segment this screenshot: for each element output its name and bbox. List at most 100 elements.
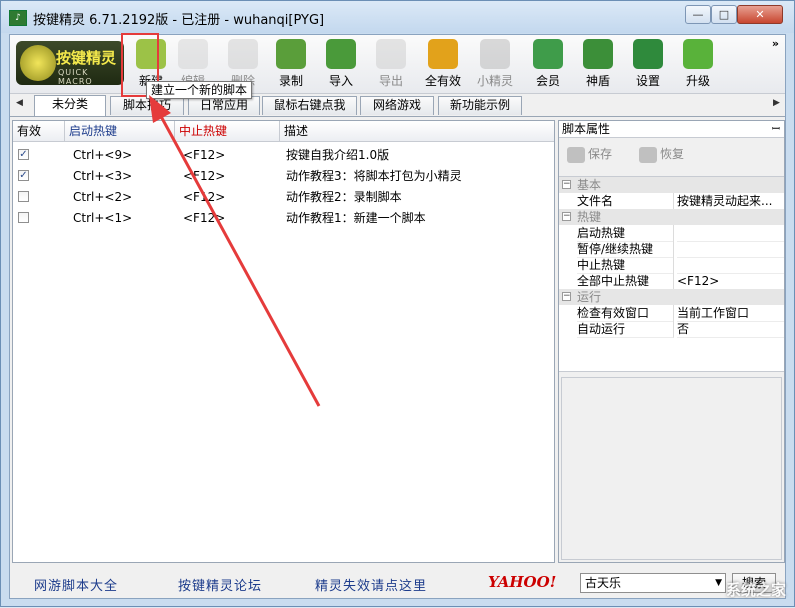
property-row[interactable]: 中止热键 [559,257,784,274]
tab-5[interactable]: 新功能示例 [438,96,522,115]
logo: 按键精灵 QUICK MACRO [16,41,124,86]
toolbar-button-8[interactable]: 会员 [525,37,571,91]
restore-icon [639,146,657,163]
save-label: 保存 [588,147,613,161]
tab-scroll-left-icon[interactable]: ◀ [16,98,23,108]
toolbar-button-7[interactable]: 小精灵 [472,37,518,91]
property-value[interactable]: <F12> [677,273,784,290]
tab-0[interactable]: 未分类 [34,95,106,116]
toolbar-button-6[interactable]: 全有效 [420,37,466,91]
toolbar-button-4[interactable]: 导入 [318,37,364,91]
toolbar-button-10[interactable]: 设置 [625,37,671,91]
property-row[interactable]: 自动运行否 [559,321,784,338]
property-key: 暂停/继续热键 [577,241,674,258]
property-value[interactable] [677,225,784,242]
title-bar: ♪ 按键精灵 6.71.2192版 - 已注册 - wuhanqi[PYG] —… [1,1,794,33]
col-header-enabled[interactable]: 有效 [13,121,65,141]
property-value[interactable]: 当前工作窗口 [677,305,784,322]
enabled-checkbox[interactable] [18,191,29,202]
property-row[interactable]: 启动热键 [559,225,784,242]
sprite-icon [480,39,510,69]
close-button[interactable]: ✕ [737,5,783,24]
table-row[interactable]: ✓ Ctrl+<3> <F12> 动作教程3：将脚本打包为小精灵 [13,166,554,187]
cell-start: Ctrl+<3> [73,169,133,183]
toolbar-button-label: 全有效 [424,74,461,88]
toolbar-button-label: 导出 [378,74,403,88]
property-category-label: 基本 [577,178,602,192]
search-value: 古天乐 [585,576,622,590]
property-category[interactable]: − 运行 [559,289,784,305]
link-forum[interactable]: 按键精灵论坛 [178,575,262,594]
property-row[interactable]: 暂停/继续热键 [559,241,784,258]
toolbar-button-9[interactable]: 神盾 [575,37,621,91]
maximize-button[interactable]: □ [711,5,737,24]
properties-title: 脚本属性 ꟷ [559,121,784,138]
toolbar-button-11[interactable]: 升级 [675,37,721,91]
toolbar-button-label: 神盾 [585,74,610,88]
property-key: 文件名 [577,193,674,210]
tab-3[interactable]: 鼠标右键点我 [262,96,357,115]
link-invalid-help[interactable]: 精灵失效请点这里 [315,575,427,594]
enabled-checkbox[interactable]: ✓ [18,170,29,181]
tab-scroll-right-icon[interactable]: ▶ [773,98,780,108]
upgrade-icon [683,39,713,69]
properties-actions: 保存 恢复 [559,139,784,169]
script-list[interactable]: 有效 启动热键 中止热键 描述 ✓ Ctrl+<9> <F12> 按键自我介绍1.0版… [12,120,555,563]
collapse-icon[interactable]: − [562,180,571,189]
restore-button[interactable]: 恢复 [639,145,684,163]
property-value[interactable] [677,257,784,274]
property-category[interactable]: − 基本 [559,177,784,193]
col-header-description[interactable]: 描述 [280,121,554,141]
cell-desc: 动作教程3：将脚本打包为小精灵 [286,169,462,183]
property-value[interactable]: 按键精灵动起来... [677,193,784,210]
tab-4[interactable]: 网络游戏 [360,96,434,115]
minimize-button[interactable]: — [685,5,711,24]
collapse-icon[interactable]: − [562,292,571,301]
chevron-down-icon[interactable]: ▼ [715,574,722,592]
properties-title-text: 脚本属性 [562,122,611,136]
property-value[interactable]: 否 [677,321,784,338]
save-button[interactable]: 保存 [567,145,612,163]
toolbar-button-label: 升级 [685,74,710,88]
logo-emblem [20,45,56,81]
property-row[interactable]: 文件名 按键精灵动起来... [559,193,784,210]
edit-icon [178,39,208,69]
properties-panel: 脚本属性 ꟷ 保存 恢复 − 基本 文件名 按键精灵动起来... − 热键 启动热键 暂停/继… [558,120,785,563]
cell-desc: 动作教程2：录制脚本 [286,190,402,204]
table-row[interactable]: ✓ Ctrl+<9> <F12> 按键自我介绍1.0版 [13,145,554,166]
property-grid: − 基本 文件名 按键精灵动起来... − 热键 启动热键 暂停/继续热键 中止热键 全部中止热键… [559,176,784,372]
property-row[interactable]: 检查有效窗口 当前工作窗口 [559,305,784,322]
property-category-label: 运行 [577,290,602,304]
cell-desc: 动作教程1：新建一个脚本 [286,211,426,225]
client-area: 按键精灵 QUICK MACRO 新建编辑删除录制导入导出全有效小精灵会员神盾设… [9,34,786,599]
cell-stop: <F12> [183,148,226,162]
restore-label: 恢复 [660,147,685,161]
property-category[interactable]: − 热键 [559,209,784,225]
toolbar-button-3[interactable]: 录制 [268,37,314,91]
gear-icon [633,39,663,69]
table-row[interactable]: Ctrl+<1> <F12> 动作教程1：新建一个脚本 [13,208,554,229]
property-value[interactable] [677,241,784,258]
all-valid-icon [428,39,458,69]
col-header-stop-hotkey[interactable]: 中止热键 [175,121,280,141]
toolbar-button-label: 录制 [278,74,303,88]
import-icon [326,39,356,69]
enabled-checkbox[interactable]: ✓ [18,149,29,160]
cell-desc: 按键自我介绍1.0版 [286,148,390,162]
toolbar-button-label: 导入 [328,74,353,88]
property-row[interactable]: 全部中止热键 <F12> [559,273,784,290]
toolbar-button-5[interactable]: 导出 [368,37,414,91]
pin-icon[interactable]: ꟷ [772,121,780,138]
table-row[interactable]: Ctrl+<2> <F12> 动作教程2：录制脚本 [13,187,554,208]
bottom-bar: 网游脚本大全 按键精灵论坛 精灵失效请点这里 YAHOO! 古天乐 ▼ 搜索 [10,566,785,598]
link-game-scripts[interactable]: 网游脚本大全 [34,575,118,594]
cell-start: Ctrl+<9> [73,148,133,162]
shield-icon [583,39,613,69]
toolbar-overflow-button[interactable]: » [772,37,779,50]
collapse-icon[interactable]: − [562,212,571,221]
col-header-start-hotkey[interactable]: 启动热键 [65,121,175,141]
search-input[interactable]: 古天乐 ▼ [580,573,726,593]
enabled-checkbox[interactable] [18,212,29,223]
property-category-label: 热键 [577,210,602,224]
camcorder-icon [276,39,306,69]
